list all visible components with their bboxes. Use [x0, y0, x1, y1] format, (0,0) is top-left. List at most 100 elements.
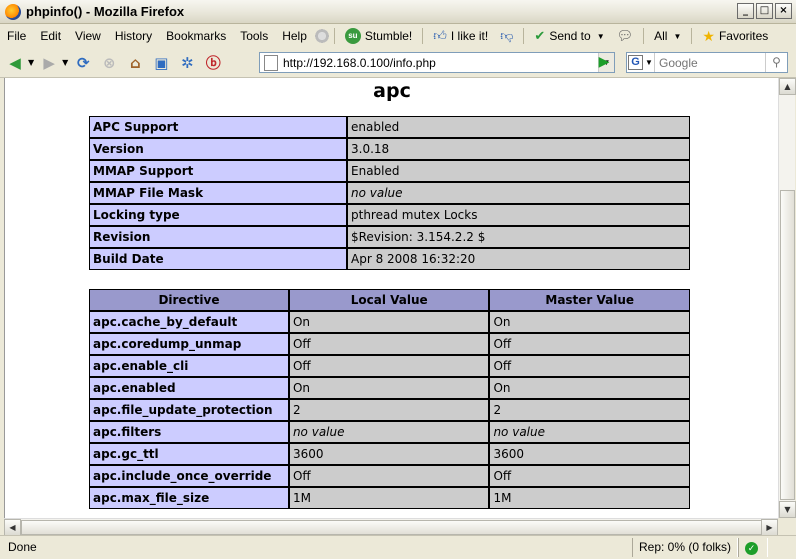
- info-value: $Revision: 3.154.2.2 $: [347, 226, 690, 248]
- toolbar-divider: [422, 28, 424, 44]
- stumble-button[interactable]: su Stumble!: [339, 26, 418, 46]
- reload-icon[interactable]: ⟳: [72, 52, 94, 74]
- check-icon: ✔: [534, 28, 546, 43]
- url-text[interactable]: http://192.168.0.100/info.php: [283, 56, 598, 70]
- info-value: Apr 8 2008 16:32:20: [347, 248, 690, 270]
- menu-bookmarks[interactable]: Bookmarks: [159, 26, 233, 46]
- local-value: 3600: [288, 443, 490, 465]
- address-bar[interactable]: http://192.168.0.100/info.php ▼: [259, 52, 615, 73]
- favorites-button[interactable]: ★ Favorites: [696, 26, 774, 46]
- bookmark-page-icon[interactable]: ▣: [150, 52, 172, 74]
- toolbar-divider: [691, 28, 693, 44]
- page-title: apc: [373, 80, 411, 102]
- scroll-down-icon[interactable]: ▼: [779, 501, 796, 518]
- directive-name: apc.include_once_override: [89, 465, 289, 487]
- dislike-button[interactable]: 👎︎: [494, 26, 519, 46]
- search-engine-selector[interactable]: G ▼: [627, 53, 655, 72]
- menu-view[interactable]: View: [68, 26, 108, 46]
- info-label: APC Support: [89, 116, 347, 138]
- menu-history[interactable]: History: [108, 26, 159, 46]
- chevron-down-icon[interactable]: ▼: [62, 58, 68, 67]
- chevron-down-icon[interactable]: ▼: [28, 58, 34, 67]
- local-value: no value: [288, 421, 490, 443]
- check-icon: ✓: [745, 542, 758, 555]
- table-row: apc.include_once_override Off Off: [89, 465, 690, 487]
- menu-file[interactable]: File: [0, 26, 33, 46]
- settings-icon[interactable]: ✲: [176, 52, 198, 74]
- menu-tools[interactable]: Tools: [233, 26, 275, 46]
- page-icon: [264, 54, 278, 71]
- maximize-button[interactable]: □: [756, 3, 773, 19]
- table-row: apc.cache_by_default On On: [89, 311, 690, 333]
- table-row: MMAP File Mask no value: [89, 182, 690, 204]
- addon-icon[interactable]: ⓑ: [202, 52, 224, 74]
- info-label: Revision: [89, 226, 347, 248]
- rep-status: Rep: 0% (0 folks): [632, 538, 739, 557]
- directive-name: apc.cache_by_default: [89, 311, 289, 333]
- minimize-button[interactable]: _: [737, 3, 754, 19]
- forward-icon[interactable]: ▶: [38, 52, 60, 74]
- navigation-bar: ◀ ▼ ▶ ▼ ⟳ ⊗ ⌂ ▣ ✲ ⓑ http://192.168.0.100…: [0, 48, 796, 78]
- table-row: apc.enable_cli Off Off: [89, 355, 690, 377]
- toolbar-divider: [333, 28, 335, 44]
- scroll-right-icon[interactable]: ▶: [761, 519, 778, 536]
- master-value: 2: [489, 399, 690, 421]
- table-row: Version 3.0.18: [89, 138, 690, 160]
- favorites-label: Favorites: [718, 29, 769, 43]
- stop-icon[interactable]: ⊗: [98, 52, 120, 74]
- firefox-icon: [5, 3, 21, 20]
- send-to-button[interactable]: ✔ Send to ▼: [528, 26, 610, 46]
- directive-name: apc.gc_ttl: [89, 443, 289, 465]
- info-label: Version: [89, 138, 347, 160]
- chevron-down-icon: ▼: [596, 31, 605, 41]
- menu-edit[interactable]: Edit: [33, 26, 68, 46]
- thumbs-up-icon: 👍︎: [433, 28, 447, 43]
- vertical-scroll-thumb[interactable]: [780, 190, 795, 500]
- go-arrow-icon[interactable]: ▶: [595, 53, 613, 71]
- master-value: no value: [489, 421, 690, 443]
- table-row: apc.filters no value no value: [89, 421, 690, 443]
- info-value: Enabled: [347, 160, 690, 182]
- home-icon[interactable]: ⌂: [124, 52, 146, 74]
- master-value: On: [489, 377, 690, 399]
- directive-name: apc.file_update_protection: [89, 399, 289, 421]
- apc-directives-table: Directive Local Value Master Value apc.c…: [89, 289, 690, 509]
- all-button[interactable]: All ▼: [648, 26, 687, 46]
- toolbar-divider: [523, 28, 525, 44]
- menu-help[interactable]: Help: [275, 26, 314, 46]
- comment-button[interactable]: 💬︎: [611, 26, 640, 46]
- header-master-value: Master Value: [489, 289, 690, 311]
- table-row: Locking type pthread mutex Locks: [89, 204, 690, 226]
- table-row: MMAP Support Enabled: [89, 160, 690, 182]
- horizontal-scroll-thumb[interactable]: [21, 520, 762, 535]
- local-value: Off: [288, 355, 490, 377]
- chevron-down-icon: ▼: [645, 58, 653, 67]
- close-button[interactable]: ×: [775, 3, 792, 19]
- scrollbar-corner: [778, 518, 796, 535]
- master-value: Off: [489, 333, 690, 355]
- back-icon[interactable]: ◀: [4, 52, 26, 74]
- security-status[interactable]: ✓: [738, 538, 768, 557]
- like-button[interactable]: 👍︎ I like it!: [427, 26, 494, 46]
- scroll-left-icon[interactable]: ◀: [4, 519, 21, 536]
- info-value: pthread mutex Locks: [347, 204, 690, 226]
- horizontal-scrollbar[interactable]: ◀ ▶: [4, 518, 778, 536]
- directive-name: apc.max_file_size: [89, 487, 289, 509]
- search-input[interactable]: [659, 55, 765, 70]
- star-icon: ★: [702, 27, 715, 44]
- menu-bar: File Edit View History Bookmarks Tools H…: [0, 24, 796, 48]
- table-row: apc.enabled On On: [89, 377, 690, 399]
- search-icon[interactable]: ⚲: [765, 53, 787, 72]
- vertical-scrollbar[interactable]: ▲ ▼: [778, 78, 796, 518]
- title-bar: phpinfo() - Mozilla Firefox _ □ ×: [0, 0, 796, 24]
- info-label: Locking type: [89, 204, 347, 226]
- table-row: apc.max_file_size 1M 1M: [89, 487, 690, 509]
- info-value: enabled: [347, 116, 690, 138]
- window-title: phpinfo() - Mozilla Firefox: [26, 4, 185, 19]
- table-row: Revision $Revision: 3.154.2.2 $: [89, 226, 690, 248]
- info-label: MMAP File Mask: [89, 182, 347, 204]
- scroll-up-icon[interactable]: ▲: [779, 78, 796, 95]
- local-value: 2: [288, 399, 490, 421]
- gear-icon[interactable]: [313, 28, 330, 44]
- search-box[interactable]: G ▼ ⚲: [626, 52, 788, 73]
